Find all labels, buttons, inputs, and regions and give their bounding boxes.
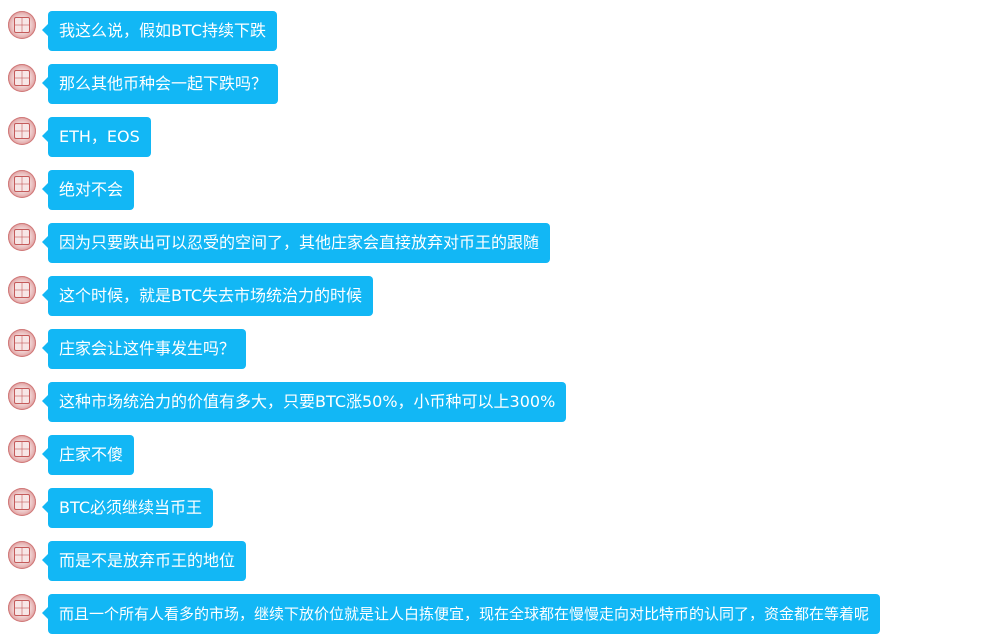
message-bubble[interactable]: ETH，EOS [42, 117, 151, 157]
message-bubble[interactable]: 那么其他币种会一起下跌吗？ [41, 64, 279, 104]
seal-avatar-icon [14, 176, 30, 192]
message-bubble[interactable]: 庄家会让这件事发生吗？ [41, 329, 247, 369]
seal-avatar-icon [14, 388, 30, 404]
chat-message: 庄家不傻 [0, 435, 998, 475]
chat-message-list: 我这么说，假如BTC持续下跌 那么其他币种会一起下跌吗？ ETH，EOS 绝对不… [0, 0, 998, 644]
chat-message: 这种市场统治力的价值有多大，只要BTC涨50%，小币种可以上300% [0, 382, 998, 422]
avatar[interactable] [8, 435, 36, 463]
seal-avatar-icon [14, 441, 30, 457]
chat-message: 那么其他币种会一起下跌吗？ [0, 64, 998, 104]
message-bubble[interactable]: 而是不是放弃币王的地位 [41, 541, 247, 581]
avatar[interactable] [8, 64, 36, 92]
avatar[interactable] [8, 382, 36, 410]
message-bubble[interactable]: 我这么说，假如BTC持续下跌 [42, 11, 277, 51]
chat-message: 绝对不会 [0, 170, 998, 210]
seal-avatar-icon [14, 494, 30, 510]
seal-avatar-icon [14, 123, 30, 139]
chat-message: ETH，EOS [0, 117, 998, 157]
avatar[interactable] [8, 276, 36, 304]
message-bubble[interactable]: 因为只要跌出可以忍受的空间了，其他庄家会直接放弃对币王的跟随 [41, 223, 551, 263]
seal-avatar-icon [14, 600, 30, 616]
chat-message: 这个时候，就是BTC失去市场统治力的时候 [0, 276, 998, 316]
message-bubble[interactable]: BTC必须继续当币王 [42, 488, 213, 528]
seal-avatar-icon [14, 70, 30, 86]
message-bubble[interactable]: 这种市场统治力的价值有多大，只要BTC涨50%，小币种可以上300% [41, 382, 567, 422]
chat-message: 庄家会让这件事发生吗？ [0, 329, 998, 369]
chat-message: 因为只要跌出可以忍受的空间了，其他庄家会直接放弃对币王的跟随 [0, 223, 998, 263]
chat-message: 而是不是放弃币王的地位 [0, 541, 998, 581]
message-bubble[interactable]: 这个时候，就是BTC失去市场统治力的时候 [42, 276, 373, 316]
avatar[interactable] [8, 541, 36, 569]
seal-avatar-icon [14, 229, 30, 245]
avatar[interactable] [8, 170, 36, 198]
seal-avatar-icon [14, 282, 30, 298]
message-bubble[interactable]: 绝对不会 [41, 170, 135, 210]
avatar[interactable] [8, 488, 36, 516]
avatar[interactable] [8, 329, 36, 357]
avatar[interactable] [8, 594, 36, 622]
avatar[interactable] [8, 223, 36, 251]
avatar[interactable] [8, 117, 36, 145]
message-bubble[interactable]: 庄家不傻 [41, 435, 135, 475]
chat-message: 而且一个所有人看多的市场，继续下放价位就是让人白拣便宜，现在全球都在慢慢走向对比… [0, 594, 998, 634]
seal-avatar-icon [14, 547, 30, 563]
avatar[interactable] [8, 11, 36, 39]
message-bubble[interactable]: 而且一个所有人看多的市场，继续下放价位就是让人白拣便宜，现在全球都在慢慢走向对比… [41, 594, 881, 634]
chat-message: BTC必须继续当币王 [0, 488, 998, 528]
seal-avatar-icon [14, 335, 30, 351]
seal-avatar-icon [14, 17, 30, 33]
chat-message: 我这么说，假如BTC持续下跌 [0, 11, 998, 51]
